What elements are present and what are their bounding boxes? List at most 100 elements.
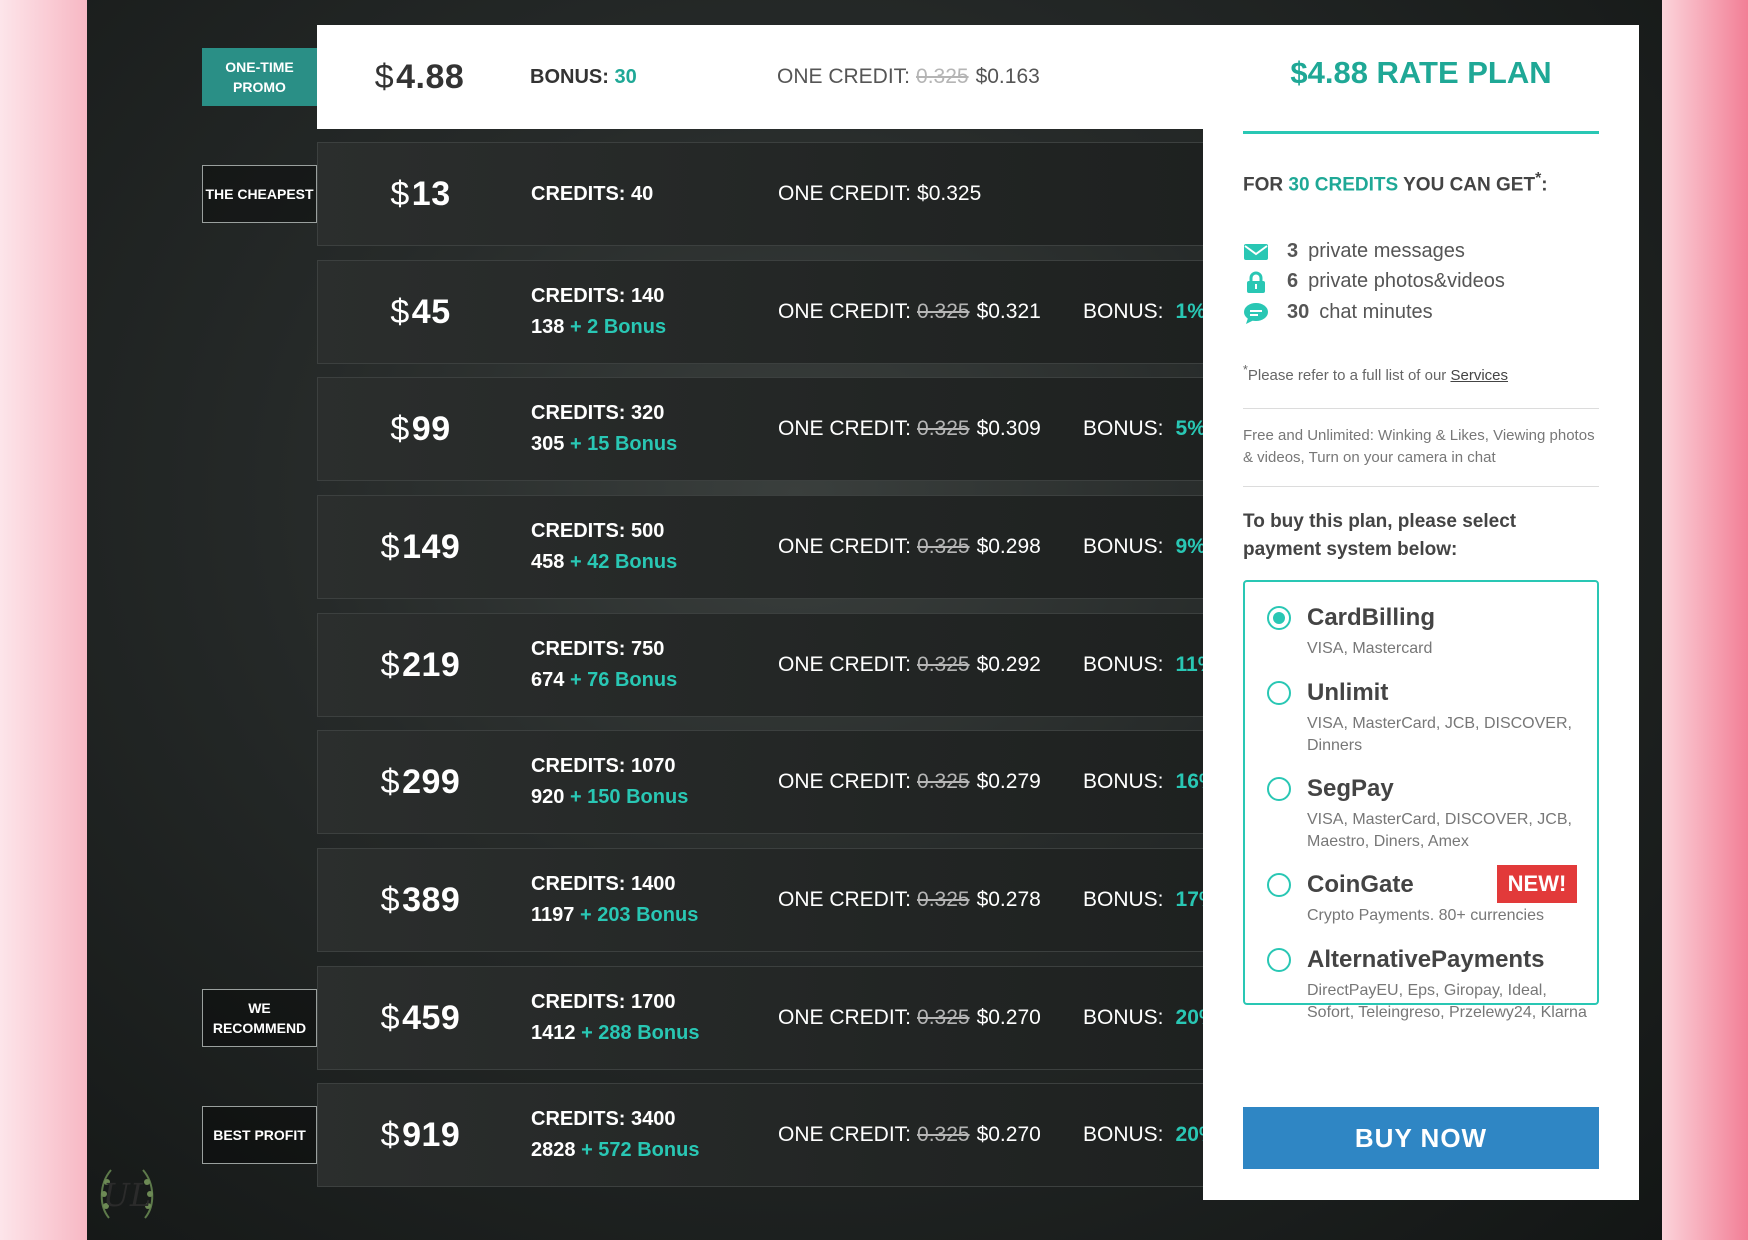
credits-breakdown: 138 + 2 Bonus bbox=[531, 316, 666, 339]
plan-row[interactable]: $13 CREDITS: 40 ONE CREDIT: $0.325 bbox=[317, 142, 1290, 246]
plan-price: $459 bbox=[318, 967, 523, 1069]
credits-bonus: + 42 Bonus bbox=[569, 551, 678, 573]
old-price: 0.325 bbox=[917, 653, 970, 676]
plan-one-credit: ONE CREDIT: 0.325 $0.298 bbox=[778, 496, 1041, 598]
credits-total: CREDITS: 1070 bbox=[531, 755, 676, 777]
chat-bubble-icon bbox=[1244, 302, 1268, 324]
for-credits: 30 CREDITS bbox=[1288, 174, 1399, 196]
credits-base: 138 bbox=[531, 316, 565, 338]
payment-name: AlternativePayments bbox=[1307, 946, 1545, 973]
one-credit-label: ONE CREDIT: bbox=[777, 65, 911, 88]
credits-base: 2828 bbox=[531, 1139, 576, 1161]
svg-text:UL: UL bbox=[103, 1176, 151, 1214]
bonus-value: 30 bbox=[614, 65, 637, 88]
plan-row[interactable]: $299 CREDITS: 1070 920 + 150 Bonus ONE CRED… bbox=[317, 730, 1290, 834]
plan-row-promo[interactable]: $4.88 BONUS: 30 ONE CREDIT: 0.325 $0.163 bbox=[317, 25, 1290, 129]
services-note: *Please refer to a full list of our Serv… bbox=[1243, 363, 1508, 384]
bonus-label: BONUS: bbox=[1083, 300, 1164, 323]
plan-row[interactable]: $389 CREDITS: 1400 1197 + 203 Bonus ONE CRE… bbox=[317, 848, 1290, 952]
one-credit-label: ONE CREDIT: bbox=[778, 417, 912, 440]
page-background-right bbox=[1662, 0, 1748, 1240]
price-currency: $ bbox=[380, 762, 401, 801]
radio[interactable] bbox=[1267, 873, 1291, 897]
radio[interactable] bbox=[1267, 681, 1291, 705]
credits-bonus: + 572 Bonus bbox=[581, 1139, 700, 1161]
for-label: FOR bbox=[1243, 174, 1289, 196]
credits-base: 1412 bbox=[531, 1022, 576, 1044]
price-currency: $ bbox=[390, 174, 410, 213]
feature-text: chat minutes bbox=[1319, 301, 1433, 323]
credits-breakdown: 2828 + 572 Bonus bbox=[531, 1139, 699, 1162]
credits-bonus: + 76 Bonus bbox=[569, 669, 678, 691]
credits-base: 920 bbox=[531, 786, 565, 808]
bonus-label: BONUS: bbox=[530, 65, 609, 88]
credits-total: CREDITS: 1700 bbox=[531, 991, 676, 1013]
payment-name: CardBilling bbox=[1307, 604, 1436, 631]
tag-label: ONE-TIME PROMO bbox=[225, 59, 294, 95]
payment-desc: DirectPayEU, Eps, Giropay, Ideal, Sofort… bbox=[1307, 982, 1587, 1021]
title-divider bbox=[1243, 131, 1599, 134]
envelope-icon bbox=[1244, 243, 1268, 260]
credits-base: 674 bbox=[531, 669, 565, 691]
plan-credits: CREDITS: 750 674 + 76 Bonus bbox=[531, 614, 677, 716]
payment-name: Unlimit bbox=[1307, 679, 1389, 706]
plan-row[interactable]: $919 CREDITS: 3400 2828 + 572 Bonus ONE CRE… bbox=[317, 1083, 1290, 1187]
plan-bonus-percent: BONUS: 16% bbox=[1083, 731, 1218, 833]
credits-breakdown: 674 + 76 Bonus bbox=[531, 669, 677, 692]
plan-one-credit: ONE CREDIT: 0.325 $0.292 bbox=[778, 614, 1041, 716]
plan-one-credit: ONE CREDIT: 0.325 $0.270 bbox=[778, 967, 1041, 1069]
plan-row[interactable]: $45 CREDITS: 140 138 + 2 Bonus ONE CREDIT: 0… bbox=[317, 260, 1290, 364]
plan-price: $149 bbox=[318, 496, 523, 598]
payment-name: CoinGate bbox=[1307, 871, 1414, 898]
radio[interactable] bbox=[1267, 948, 1291, 972]
tag-label: BEST PROFIT bbox=[213, 1127, 306, 1143]
plan-row[interactable]: $149 CREDITS: 500 458 + 42 Bonus ONE CREDIT… bbox=[317, 495, 1290, 599]
price-currency: $ bbox=[380, 527, 401, 566]
feature-count: 6 bbox=[1287, 270, 1299, 292]
plan-row[interactable]: $219 CREDITS: 750 674 + 76 Bonus ONE CREDIT… bbox=[317, 613, 1290, 717]
plan-one-credit: ONE CREDIT: 0.325 $0.321 bbox=[778, 261, 1041, 363]
credits-total: CREDITS: 140 bbox=[531, 285, 665, 307]
old-price: 0.325 bbox=[916, 65, 969, 88]
price-currency: $ bbox=[380, 1115, 401, 1154]
buy-now-button[interactable]: BUY NOW bbox=[1243, 1107, 1599, 1169]
credits-bonus: + 203 Bonus bbox=[579, 904, 699, 926]
plan-price: $45 bbox=[318, 261, 523, 363]
plan-bonus-percent: BONUS: 1% bbox=[1083, 261, 1206, 363]
new-price: $0.321 bbox=[976, 300, 1041, 323]
payment-desc: VISA, Mastercard bbox=[1307, 640, 1433, 657]
old-price: 0.325 bbox=[917, 1123, 970, 1146]
plan-credits: CREDITS: 1700 1412 + 288 Bonus bbox=[531, 967, 699, 1069]
payment-instructions: To buy this plan, please select payment … bbox=[1243, 511, 1517, 560]
plan-row[interactable]: $459 CREDITS: 1700 1412 + 288 Bonus ONE CRE… bbox=[317, 966, 1290, 1070]
plan-price: $389 bbox=[318, 849, 523, 951]
bonus-label: BONUS: bbox=[1083, 535, 1164, 558]
bonus-label: BONUS: bbox=[1083, 770, 1164, 793]
plan-one-credit: ONE CREDIT: 0.325 $0.278 bbox=[778, 849, 1041, 951]
price-amount: 13 bbox=[411, 174, 451, 213]
price-currency: $ bbox=[390, 292, 410, 331]
bonus-label: BONUS: bbox=[1083, 888, 1164, 911]
old-price: 0.325 bbox=[917, 770, 970, 793]
old-price: 0.325 bbox=[917, 300, 970, 323]
plan-one-credit: ONE CREDIT: 0.325 $0.309 bbox=[778, 378, 1041, 480]
bonus-percent: 9% bbox=[1175, 535, 1206, 558]
radio[interactable] bbox=[1267, 777, 1291, 801]
site-logo: UL bbox=[95, 1158, 159, 1228]
feature-text: private photos&videos bbox=[1308, 270, 1505, 292]
tag-best-profit: BEST PROFIT bbox=[202, 1106, 317, 1164]
services-link[interactable]: Services bbox=[1450, 367, 1508, 384]
plan-row[interactable]: $99 CREDITS: 320 305 + 15 Bonus ONE CREDIT:… bbox=[317, 377, 1290, 481]
plan-credits: CREDITS: 3400 2828 + 572 Bonus bbox=[531, 1084, 699, 1186]
one-credit-label: ONE CREDIT: bbox=[778, 535, 912, 558]
radio-selected[interactable] bbox=[1267, 606, 1291, 630]
credits-total: CREDITS: 750 bbox=[531, 638, 665, 660]
plan-title: $4.88 RATE PLAN bbox=[1290, 55, 1552, 90]
credits-breakdown: 920 + 150 Bonus bbox=[531, 786, 688, 809]
tag-label: WE RECOMMEND bbox=[212, 1000, 307, 1036]
bonus-label: BONUS: bbox=[1083, 417, 1164, 440]
new-price: $0.278 bbox=[976, 888, 1041, 911]
plan-price: $4.88 bbox=[317, 25, 522, 129]
plan-bonus-percent: BONUS: 11% bbox=[1083, 614, 1216, 716]
plan-price: $919 bbox=[318, 1084, 523, 1186]
